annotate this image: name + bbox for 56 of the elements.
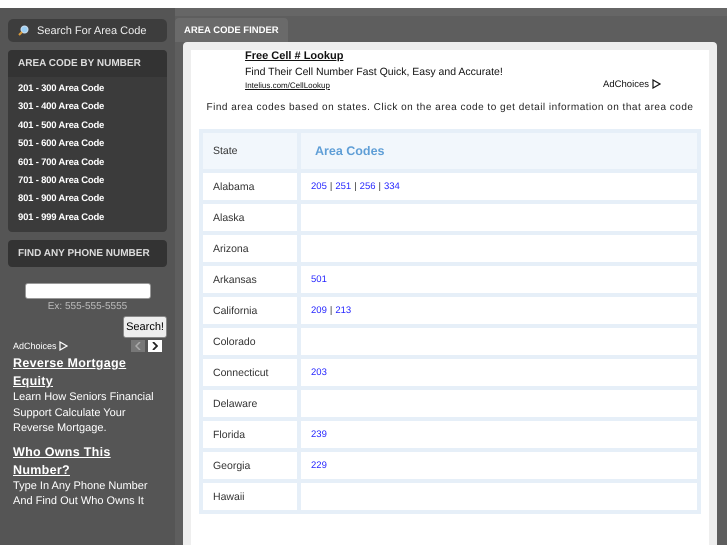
area-code-link[interactable]: 251	[335, 181, 352, 192]
next-icon[interactable]	[148, 340, 162, 352]
adchoices-icon	[58, 341, 68, 352]
ad-text: Type In Any Phone Number And Find Out Who Owns It	[12, 478, 149, 510]
panel-title: AREA CODE BY NUMBER	[8, 50, 167, 77]
state-cell: Alaska	[203, 204, 297, 231]
separator: |	[330, 305, 332, 316]
separator: |	[378, 181, 381, 192]
ad-link[interactable]: Reverse Mortgage Equity	[8, 354, 167, 390]
state-cell: Alabama	[203, 173, 297, 200]
area-code-link[interactable]: 213	[335, 305, 352, 316]
phone-input[interactable]	[24, 283, 150, 300]
panel-title: FIND ANY PHONE NUMBER	[8, 240, 167, 268]
range-link[interactable]: 801 - 900 Area Code	[8, 190, 167, 209]
range-link[interactable]: 901 - 999 Area Code	[8, 208, 167, 228]
search-button[interactable]: Search!	[123, 316, 167, 338]
range-link[interactable]: 601 - 700 Area Code	[8, 154, 167, 172]
state-cell: California	[203, 297, 297, 324]
separator: |	[330, 181, 332, 192]
area-code-link[interactable]: 205	[311, 181, 327, 192]
state-cell: Hawaii	[203, 483, 297, 510]
state-cell: Connecticut	[203, 359, 297, 386]
area-code-link[interactable]: 229	[311, 460, 327, 471]
state-cell: Colorado	[203, 328, 297, 355]
range-link[interactable]: 301 - 400 Area Code	[8, 98, 167, 117]
adchoices-icon	[652, 79, 661, 89]
state-cell: Delaware	[203, 390, 297, 417]
ad-url-link[interactable]: Intelius.com/CellLookup	[245, 81, 503, 90]
column-header: State	[203, 133, 297, 169]
area-code-link[interactable]: 501	[311, 274, 327, 285]
adchoices-link[interactable]: AdChoices	[13, 341, 68, 352]
intro-text: Find area codes based on states. Click on the area code to get detail information on that area code	[206, 101, 694, 115]
range-link[interactable]: 201 - 300 Area Code	[8, 80, 167, 98]
tab[interactable]: AREA CODE FINDER	[175, 18, 288, 42]
separator: |	[354, 181, 357, 192]
phone-hint: Ex: 555-555-5555	[48, 301, 128, 312]
range-link[interactable]: 501 - 600 Area Code	[8, 135, 167, 154]
range-link[interactable]: 701 - 800 Area Code	[8, 172, 167, 190]
adchoices-link[interactable]: AdChoices	[603, 78, 661, 90]
area-code-link[interactable]: 203	[311, 367, 327, 378]
ad-text: Find Their Cell Number Fast Quick, Easy and Accurate!	[245, 66, 503, 78]
ad-link[interactable]: Who Owns This Number?	[8, 442, 167, 479]
area-code-link[interactable]: 239	[311, 429, 327, 440]
state-cell: Arizona	[203, 235, 297, 262]
search-icon	[18, 25, 29, 36]
area-code-link[interactable]: 209	[311, 305, 327, 316]
range-link[interactable]: 401 - 500 Area Code	[8, 116, 167, 136]
state-cell: Florida	[203, 421, 297, 448]
area-code-link[interactable]: 334	[384, 181, 400, 192]
area-code-link[interactable]: 256	[360, 181, 376, 192]
ad-link[interactable]: Free Cell # Lookup	[245, 50, 503, 62]
column-header: Area Codes	[301, 133, 697, 169]
ad-text: Learn How Seniors Financial Support Calculate Your Reverse Mortgage.	[12, 390, 155, 436]
state-cell: Georgia	[203, 452, 297, 479]
search-button[interactable]: Search For Area Code	[8, 19, 167, 42]
state-cell: Arkansas	[203, 266, 297, 293]
